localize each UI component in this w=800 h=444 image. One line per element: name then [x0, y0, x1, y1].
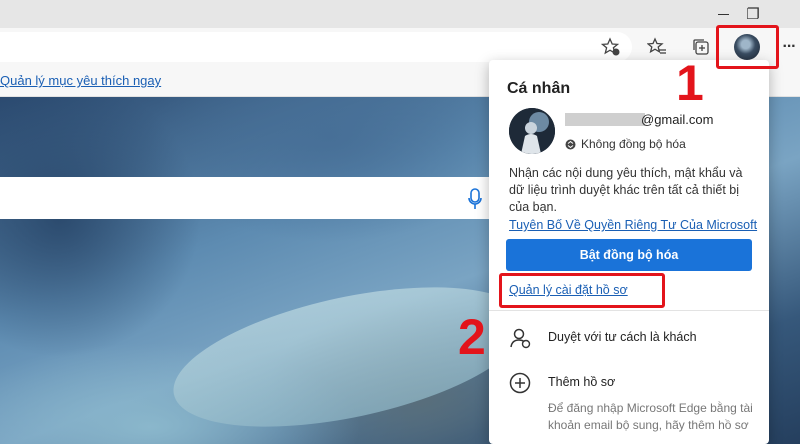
address-bar[interactable] — [0, 32, 632, 62]
panel-title: Cá nhân — [507, 80, 571, 97]
restore-button[interactable]: ❐ — [730, 0, 776, 28]
panel-divider — [489, 310, 769, 311]
title-bar: ❐ — [0, 0, 800, 28]
sync-off-icon — [565, 139, 576, 149]
sync-description: Nhận các nội dung yêu thích, mật khẩu và… — [509, 166, 743, 214]
guest-label: Duyệt với tư cách là khách — [548, 330, 697, 344]
microphone-icon[interactable] — [468, 188, 482, 210]
more-icon: ··· — [782, 38, 797, 55]
favorites-button[interactable] — [644, 34, 670, 60]
guest-icon — [510, 328, 531, 349]
add-profile-description: Để đăng nhập Microsoft Edge bằng tài kho… — [548, 401, 753, 432]
add-favorite-button[interactable] — [598, 34, 624, 60]
add-profile-label: Thêm hồ sơ — [548, 375, 616, 389]
add-circle-icon — [509, 372, 531, 394]
manage-favorites-link[interactable]: Quản lý mục yêu thích ngay — [0, 73, 161, 88]
step-number-1: 1 — [676, 55, 704, 111]
sync-status-label: Không đồng bộ hóa — [581, 137, 686, 151]
restore-icon: ❐ — [746, 6, 760, 23]
step-number-2: 2 — [458, 309, 486, 365]
add-profile-item[interactable]: Thêm hồ sơ — [489, 364, 769, 402]
browse-as-guest-item[interactable]: Duyệt với tư cách là khách — [489, 319, 769, 357]
privacy-statement-link[interactable]: Tuyên Bố Về Quyền Riêng Tư Của Microsoft — [509, 218, 757, 232]
highlight-box-profile — [716, 25, 779, 69]
minimize-icon — [717, 13, 729, 15]
highlight-box-manage — [499, 273, 665, 308]
sync-status: Không đồng bộ hóa — [565, 137, 686, 151]
email-redacted — [565, 113, 645, 126]
search-box[interactable] — [0, 177, 490, 219]
favorites-list-icon — [647, 37, 666, 54]
profile-panel: Cá nhân @gmail.com Không đồng bộ hóa Nhậ… — [489, 60, 769, 444]
panel-avatar — [509, 108, 555, 154]
star-add-icon — [601, 37, 620, 56]
more-options-button[interactable]: ··· — [778, 34, 800, 60]
turn-on-sync-button[interactable]: Bật đồng bộ hóa — [506, 239, 752, 271]
email-domain: @gmail.com — [641, 112, 714, 127]
